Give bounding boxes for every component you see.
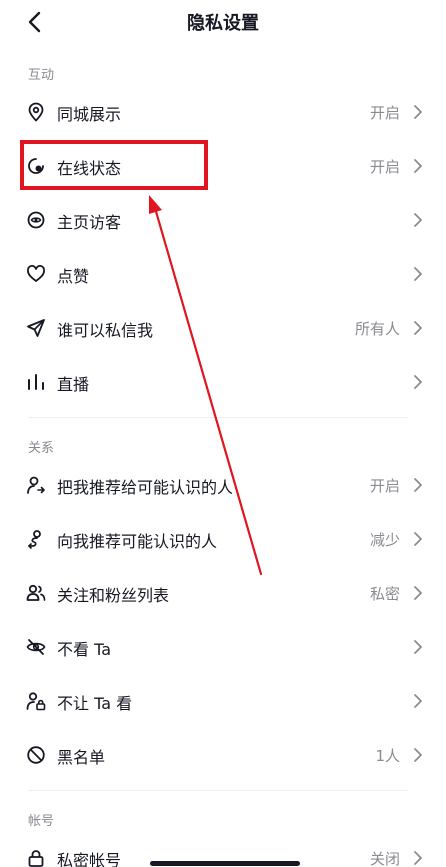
- row-value: 关闭: [369, 850, 400, 867]
- chevron-right-icon: [414, 213, 422, 227]
- chevron-right-icon: [414, 851, 422, 865]
- row-label: 私密帐号: [57, 851, 122, 867]
- section-label-interaction: 互动: [28, 68, 55, 83]
- eye-icon: [27, 211, 45, 229]
- live-bars-icon: [28, 374, 44, 390]
- chevron-right-icon: [414, 267, 422, 281]
- eye-off-icon: [26, 639, 46, 655]
- section-label-account: 帐号: [28, 814, 55, 829]
- row-label: 不看 Ta: [57, 640, 112, 659]
- section-label-relations: 关系: [28, 441, 55, 456]
- chevron-right-icon: [414, 694, 422, 708]
- share-user-icon: [27, 476, 45, 494]
- chevron-right-icon: [414, 159, 422, 173]
- lock-icon: [28, 850, 44, 867]
- row-likes[interactable]: 点赞: [0, 247, 446, 301]
- people-route-icon: [28, 530, 41, 549]
- chevron-right-icon: [414, 105, 422, 119]
- row-label: 点赞: [57, 267, 90, 286]
- row-label: 同城展示: [57, 105, 122, 124]
- chevron-right-icon: [414, 586, 422, 600]
- row-value: 所有人: [354, 320, 400, 338]
- page-title: 隐私设置: [187, 13, 259, 34]
- row-blacklist[interactable]: 黑名单 1人: [0, 728, 446, 782]
- row-label: 谁可以私信我: [57, 321, 154, 340]
- row-dont-let-see[interactable]: 不让 Ta 看: [0, 674, 446, 728]
- send-icon: [27, 319, 45, 337]
- row-profile-visitors[interactable]: 主页访客: [0, 193, 446, 247]
- chevron-right-icon: [414, 532, 422, 546]
- chevron-right-icon: [414, 375, 422, 389]
- chevron-right-icon: [414, 478, 422, 492]
- row-value: 1人: [375, 747, 400, 765]
- chevron-right-icon: [414, 640, 422, 654]
- chevron-right-icon: [414, 748, 422, 762]
- row-label: 把我推荐给可能认识的人: [57, 478, 234, 497]
- heart-icon: [27, 265, 45, 282]
- row-value: 开启: [369, 104, 400, 122]
- section-divider: [28, 790, 408, 791]
- row-label: 主页访客: [57, 213, 122, 232]
- user-lock-icon: [26, 692, 46, 711]
- row-who-can-message[interactable]: 谁可以私信我 所有人: [0, 301, 446, 355]
- row-recommend-me[interactable]: 把我推荐给可能认识的人 开启: [0, 458, 446, 512]
- highlight-box: [20, 140, 208, 190]
- home-indicator: [150, 861, 300, 866]
- row-value: 私密: [369, 585, 400, 603]
- row-dont-see[interactable]: 不看 Ta: [0, 620, 446, 674]
- section-divider: [28, 417, 408, 418]
- location-pin-icon: [28, 102, 44, 122]
- two-users-icon: [26, 584, 46, 601]
- row-follow-list[interactable]: 关注和粉丝列表 私密: [0, 566, 446, 620]
- row-value: 减少: [369, 531, 400, 549]
- row-value: 开启: [369, 158, 400, 176]
- row-recommend-to-me[interactable]: 向我推荐可能认识的人 减少: [0, 512, 446, 566]
- row-same-city[interactable]: 同城展示 开启: [0, 85, 446, 139]
- top-bar: 隐私设置: [0, 0, 446, 44]
- row-value: 开启: [369, 477, 400, 495]
- block-icon: [27, 746, 45, 764]
- row-live[interactable]: 直播: [0, 355, 446, 409]
- row-label: 关注和粉丝列表: [57, 586, 170, 605]
- row-label: 不让 Ta 看: [57, 694, 133, 713]
- row-label: 黑名单: [57, 748, 106, 767]
- chevron-right-icon: [414, 321, 422, 335]
- row-label: 直播: [57, 375, 90, 394]
- row-label: 向我推荐可能认识的人: [57, 532, 218, 551]
